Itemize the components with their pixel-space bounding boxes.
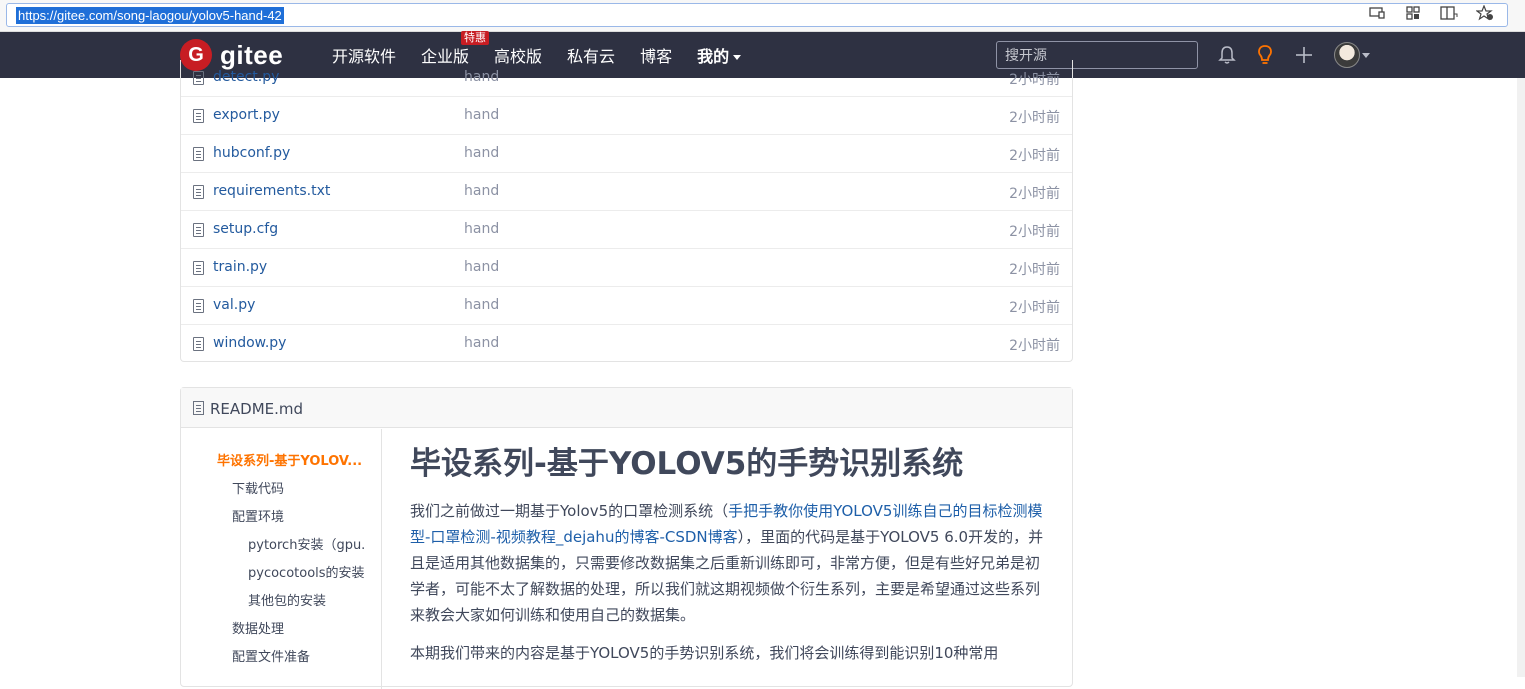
commit-time: 2小时前 bbox=[1009, 224, 1060, 240]
file-row[interactable]: detect.py hand 2小时前 bbox=[181, 60, 1072, 97]
commit-message[interactable]: hand bbox=[464, 107, 499, 123]
toc-item[interactable]: pytorch安装（gpu... bbox=[248, 534, 366, 553]
file-name[interactable]: hubconf.py bbox=[213, 145, 290, 161]
toc-item[interactable]: 下载代码 bbox=[232, 478, 372, 497]
readme-paragraph: 我们之前做过一期基于Yolov5的口罩检测系统（手把手教你使用YOLOV5训练自… bbox=[410, 498, 1050, 628]
cast-icon[interactable] bbox=[1367, 4, 1387, 22]
file-name[interactable]: window.py bbox=[213, 335, 286, 351]
file-row[interactable]: hubconf.py hand 2小时前 bbox=[181, 135, 1072, 173]
promo-badge: 特惠 bbox=[461, 31, 490, 45]
commit-time: 2小时前 bbox=[1009, 262, 1060, 278]
file-icon bbox=[193, 401, 204, 415]
commit-time: 2小时前 bbox=[1009, 148, 1060, 164]
plus-icon[interactable] bbox=[1293, 44, 1315, 66]
file-name[interactable]: train.py bbox=[213, 259, 267, 275]
commit-time: 2小时前 bbox=[1009, 186, 1060, 202]
file-icon bbox=[193, 185, 204, 199]
readme-header: README.md bbox=[181, 388, 1072, 428]
url-field[interactable]: https://gitee.com/song-laogou/yolov5-han… bbox=[6, 3, 1508, 27]
browser-toolbar-icons bbox=[1367, 4, 1495, 22]
commit-message[interactable]: hand bbox=[464, 259, 499, 275]
page-scrollbar[interactable] bbox=[1517, 32, 1525, 677]
readme-toc: 毕设系列-基于YOLOV... 下载代码 配置环境 pytorch安装（gpu.… bbox=[181, 429, 382, 689]
commit-time: 2小时前 bbox=[1009, 72, 1060, 88]
file-icon bbox=[193, 261, 204, 275]
file-name[interactable]: setup.cfg bbox=[213, 221, 278, 237]
lightbulb-icon[interactable] bbox=[1254, 44, 1276, 66]
reader-mode-icon[interactable] bbox=[1439, 4, 1459, 22]
browser-address-bar: https://gitee.com/song-laogou/yolov5-han… bbox=[0, 0, 1525, 32]
favorites-icon[interactable] bbox=[1475, 4, 1495, 22]
readme-content: 毕设系列-基于YOLOV5的手势识别系统 我们之前做过一期基于Yolov5的口罩… bbox=[410, 444, 1050, 678]
commit-message[interactable]: hand bbox=[464, 145, 499, 161]
file-icon bbox=[193, 299, 204, 313]
commit-message[interactable]: hand bbox=[464, 69, 499, 85]
file-name[interactable]: requirements.txt bbox=[213, 183, 330, 199]
file-row[interactable]: setup.cfg hand 2小时前 bbox=[181, 211, 1072, 249]
file-icon bbox=[193, 71, 204, 85]
commit-time: 2小时前 bbox=[1009, 110, 1060, 126]
toc-item[interactable]: pycocotools的安装 bbox=[248, 562, 373, 581]
commit-message[interactable]: hand bbox=[464, 221, 499, 237]
commit-message[interactable]: hand bbox=[464, 335, 499, 351]
file-row[interactable]: val.py hand 2小时前 bbox=[181, 287, 1072, 325]
file-row[interactable]: window.py hand 2小时前 bbox=[181, 325, 1072, 361]
file-row[interactable]: requirements.txt hand 2小时前 bbox=[181, 173, 1072, 211]
file-icon bbox=[193, 147, 204, 161]
file-row[interactable]: export.py hand 2小时前 bbox=[181, 97, 1072, 135]
extensions-icon[interactable] bbox=[1403, 4, 1423, 22]
readme-panel: README.md 毕设系列-基于YOLOV... 下载代码 配置环境 pyto… bbox=[180, 387, 1073, 689]
file-name[interactable]: detect.py bbox=[213, 69, 279, 85]
toc-item[interactable]: 配置环境 bbox=[232, 506, 372, 525]
avatar[interactable] bbox=[1334, 42, 1360, 68]
readme-paragraph: 本期我们带来的内容是基于YOLOV5的手势识别系统，我们将会训练得到能识别10种… bbox=[410, 644, 999, 662]
readme-title[interactable]: README.md bbox=[210, 400, 303, 418]
file-list: detect.py hand 2小时前 export.py hand 2小时前 … bbox=[180, 60, 1073, 362]
file-name[interactable]: export.py bbox=[213, 107, 280, 123]
commit-message[interactable]: hand bbox=[464, 297, 499, 313]
toc-item[interactable]: 其他包的安装 bbox=[248, 590, 373, 609]
file-row[interactable]: train.py hand 2小时前 bbox=[181, 249, 1072, 287]
file-icon bbox=[193, 223, 204, 237]
file-icon bbox=[193, 109, 204, 123]
url-text[interactable]: https://gitee.com/song-laogou/yolov5-han… bbox=[16, 7, 284, 24]
bell-icon[interactable] bbox=[1216, 44, 1238, 66]
toc-item[interactable]: 配置文件准备 bbox=[232, 646, 372, 665]
avatar-chevron-down-icon[interactable] bbox=[1362, 53, 1370, 58]
file-icon bbox=[193, 337, 204, 351]
commit-time: 2小时前 bbox=[1009, 338, 1060, 354]
commit-message[interactable]: hand bbox=[464, 183, 499, 199]
toc-item[interactable]: 数据处理 bbox=[232, 618, 372, 637]
paragraph-text: 我们之前做过一期基于Yolov5的口罩检测系统（ bbox=[410, 502, 729, 520]
readme-heading: 毕设系列-基于YOLOV5的手势识别系统 bbox=[410, 446, 964, 482]
toc-item[interactable]: 毕设系列-基于YOLOV... bbox=[217, 450, 367, 469]
commit-time: 2小时前 bbox=[1009, 300, 1060, 316]
file-name[interactable]: val.py bbox=[213, 297, 255, 313]
